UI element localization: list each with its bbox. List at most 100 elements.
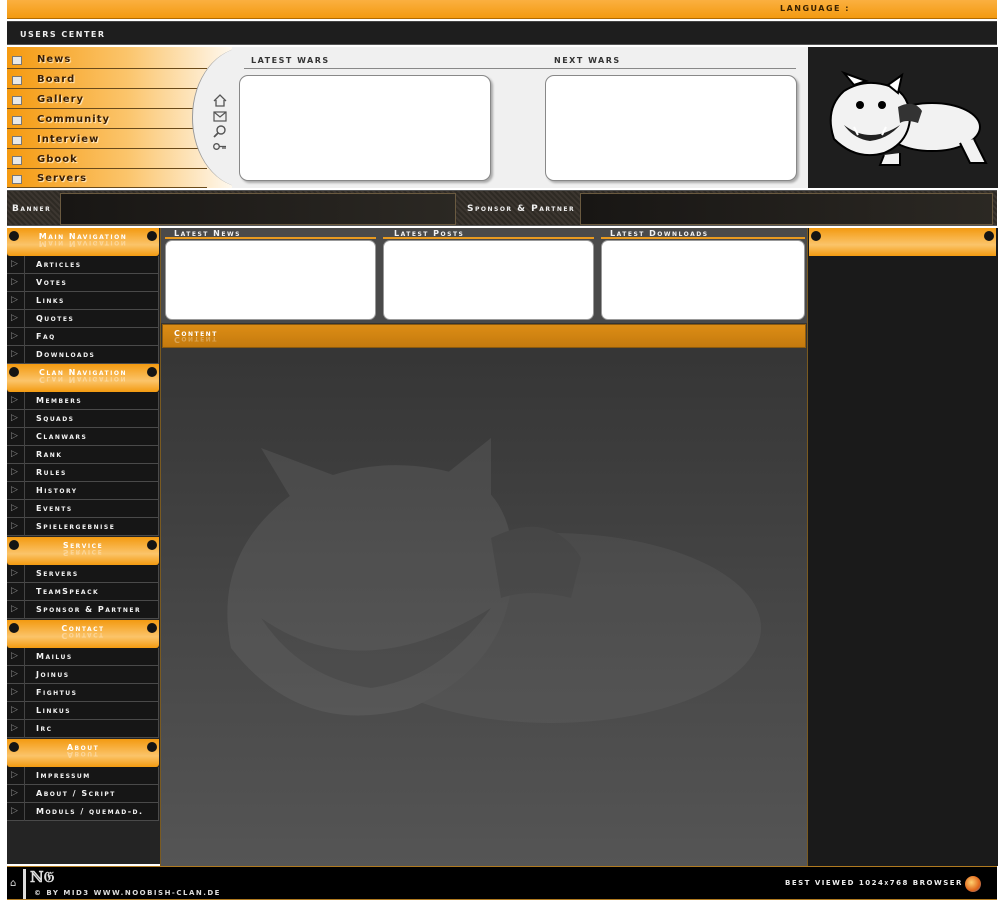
arrow-icon: ▷ [11,669,18,679]
arrow-icon: ▷ [11,568,18,578]
nav-item-joinus[interactable]: ▷ Joinus [7,666,159,684]
latest-wars-heading: LATEST WARS [251,56,330,65]
best-viewed-text: BEST VIEWED 1024x768 BROWSER : [785,879,972,887]
nav-item-irc[interactable]: ▷ Irc [7,720,159,738]
bulldog-logo [829,70,988,166]
nav-item-members[interactable]: ▷ Members [7,392,159,410]
nav-item-clanwars[interactable]: ▷ Clanwars [7,428,159,446]
nav-item-fightus[interactable]: ▷ Fightus [7,684,159,702]
arrow-icon: ▷ [11,651,18,661]
checkbox-icon [12,175,22,184]
arrow-icon: ▷ [11,586,18,596]
about-header: About About [7,739,159,767]
arrow-icon: ▷ [11,449,18,459]
top-bar: LANGUAGE : [7,0,997,19]
arrow-icon: ▷ [11,503,18,513]
nav-item-mailus[interactable]: ▷ Mailus [7,648,159,666]
main-content-area: Latest News Latest Posts Latest Download… [160,228,808,866]
home-icon[interactable]: ⌂ [10,878,16,889]
nav-item-downloads[interactable]: ▷ Downloads [7,346,159,364]
next-wars-box [545,75,797,181]
arrow-icon: ▷ [11,431,18,441]
arrow-icon: ▷ [11,259,18,269]
bullet-icon [811,231,821,241]
nav-item-spielergebnise[interactable]: ▷ Spielergebnise [7,518,159,536]
nav-item-servers[interactable]: ▷ Servers [7,565,159,583]
firefox-icon[interactable] [965,876,981,892]
latest-posts-underline [383,237,594,239]
latest-bar: Latest News Latest Posts Latest Download… [161,228,807,323]
latest-wars-box [239,75,491,181]
sponsor-slot[interactable] [580,193,993,225]
nav-item-votes[interactable]: ▷ Votes [7,274,159,292]
arrow-icon: ▷ [11,604,18,614]
users-center-bar: USERS CENTER [7,21,997,45]
arrow-icon: ▷ [11,349,18,359]
nav-item-events[interactable]: ▷ Events [7,500,159,518]
checkbox-icon [12,76,22,85]
arrow-icon: ▷ [11,687,18,697]
wars-divider [244,68,796,69]
arrow-icon: ▷ [11,485,18,495]
arrow-icon: ▷ [11,723,18,733]
main-navigation-header: Main Navigation Main Navigation [7,228,159,256]
banner-label: Banner [12,204,52,214]
latest-news-box [165,240,376,320]
nav-item-teamspeack[interactable]: ▷ TeamSpeack [7,583,159,601]
nav-item-rank[interactable]: ▷ Rank [7,446,159,464]
mail-icon[interactable] [212,111,228,125]
nav-item-moduls[interactable]: ▷ Moduls / quemad-d. [7,803,159,821]
latest-downloads-box [601,240,805,320]
latest-downloads-underline [601,237,805,239]
nav-item-about-script[interactable]: ▷ About / Script [7,785,159,803]
nav-item-history[interactable]: ▷ History [7,482,159,500]
arrow-icon: ▷ [11,521,18,531]
left-sidebar: Main Navigation Main Navigation ▷ Article… [7,228,160,864]
nav-item-rules[interactable]: ▷ Rules [7,464,159,482]
arrow-icon: ▷ [11,331,18,341]
nav-item-faq[interactable]: ▷ Faq [7,328,159,346]
nav-item-articles[interactable]: ▷ Articles [7,256,159,274]
banner-slot[interactable] [60,193,456,225]
nav-item-impressum[interactable]: ▷ Impressum [7,767,159,785]
header-nav-gbook[interactable]: Gbook [7,150,207,169]
arrow-icon: ▷ [11,705,18,715]
header-nav-news[interactable]: News [7,50,207,69]
checkbox-icon [12,136,22,145]
bullet-icon [984,231,994,241]
content-header: Content Content [162,324,806,348]
header-nav-servers[interactable]: Servers [7,169,207,188]
nav-item-squads[interactable]: ▷ Squads [7,410,159,428]
arrow-icon: ▷ [11,467,18,477]
checkbox-icon [12,156,22,165]
nav-item-sponsor-partner[interactable]: ▷ Sponsor & Partner [7,601,159,619]
users-center-link[interactable]: USERS CENTER [20,30,106,39]
latest-posts-box [383,240,594,320]
header-nav-interview[interactable]: Interview [7,130,207,149]
footer: ⌂ ℕ𝔊 © BY MID3 WWW.NOOBISH-CLAN.DE BEST … [7,866,997,900]
home-icon[interactable] [212,94,228,108]
arrow-icon: ▷ [11,788,18,798]
search-icon[interactable] [212,125,228,139]
right-sidebar-header [809,228,996,256]
bulldog-logo-panel [808,47,998,188]
nav-item-quotes[interactable]: ▷ Quotes [7,310,159,328]
arrow-icon: ▷ [11,295,18,305]
arrow-icon: ▷ [11,313,18,323]
site-logo[interactable]: ℕ𝔊 [30,868,54,886]
contact-header: Contact Contact [7,620,159,648]
sponsor-partner-label: Sponsor & Partner [467,204,576,214]
nav-item-links[interactable]: ▷ Links [7,292,159,310]
header-nav-gallery[interactable]: Gallery [7,90,207,109]
header-nav-community[interactable]: Community [7,110,207,129]
header-nav-board[interactable]: Board [7,70,207,89]
key-icon[interactable] [212,141,228,155]
copyright-text: © BY MID3 WWW.NOOBISH-CLAN.DE [34,889,221,897]
latest-news-underline [165,237,376,239]
banner-row: Banner Sponsor & Partner [7,190,997,226]
nav-item-linkus[interactable]: ▷ Linkus [7,702,159,720]
arrow-icon: ▷ [11,770,18,780]
next-wars-heading: NEXT WARS [554,56,621,65]
language-label[interactable]: LANGUAGE : [780,4,850,13]
checkbox-icon [12,56,22,65]
